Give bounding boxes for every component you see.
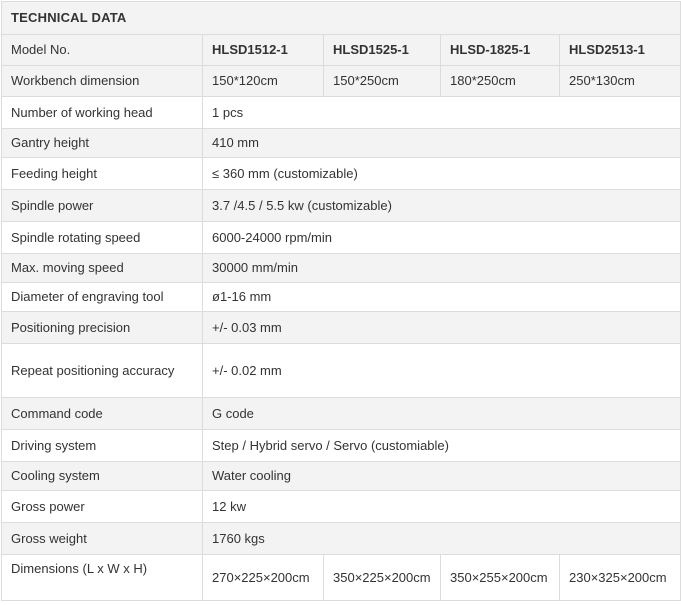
row-value: 180*250cm — [440, 65, 560, 97]
row-label: Cooling system — [1, 461, 203, 491]
row-value: 250*130cm — [558, 65, 681, 97]
table-row: Dimensions (L x W x H) 270×225×200cm 350… — [1, 554, 681, 601]
model-name: HLSD2513-1 — [558, 34, 681, 66]
table-row: Command code G code — [1, 397, 681, 430]
row-value: 6000-24000 rpm/min — [201, 221, 681, 254]
row-label: Dimensions (L x W x H) — [1, 554, 203, 601]
row-label: Repeat positioning accuracy — [1, 343, 203, 398]
row-value: 270×225×200cm — [202, 554, 324, 601]
table-row: Spindle power 3.7 /4.5 / 5.5 kw (customi… — [1, 189, 681, 222]
row-label: Spindle power — [1, 189, 203, 222]
row-value: 350×255×200cm — [440, 554, 560, 601]
table-row: Spindle rotating speed 6000-24000 rpm/mi… — [1, 221, 681, 254]
table-row: Gantry height 410 mm — [1, 128, 681, 158]
row-label: Gross power — [1, 490, 203, 523]
table-row: Feeding height ≤ 360 mm (customizable) — [1, 157, 681, 190]
row-value: 30000 mm/min — [201, 253, 681, 283]
row-value: Water cooling — [201, 461, 681, 491]
row-label: Gantry height — [1, 128, 203, 158]
table-row: Repeat positioning accuracy +/- 0.02 mm — [1, 343, 681, 398]
table-row: Max. moving speed 30000 mm/min — [1, 253, 681, 283]
table-row: Number of working head 1 pcs — [1, 96, 681, 129]
row-value: 230×325×200cm — [558, 554, 681, 601]
row-label: Positioning precision — [1, 311, 203, 344]
row-label: Command code — [1, 397, 203, 430]
row-label: Feeding height — [1, 157, 203, 190]
row-value: 410 mm — [201, 128, 681, 158]
row-value: 12 kw — [201, 490, 681, 523]
row-label: Gross weight — [1, 522, 203, 555]
row-label: Max. moving speed — [1, 253, 203, 283]
table-row: Driving system Step / Hybrid servo / Ser… — [1, 429, 681, 462]
row-value: 1 pcs — [201, 96, 681, 129]
row-value: G code — [201, 397, 681, 430]
row-value: Step / Hybrid servo / Servo (customiable… — [201, 429, 681, 462]
row-value: 1760 kgs — [201, 522, 681, 555]
row-value: 150*250cm — [323, 65, 441, 97]
model-name: HLSD1525-1 — [323, 34, 441, 66]
row-value: ø1-16 mm — [201, 282, 681, 312]
table-title: TECHNICAL DATA — [0, 1, 681, 35]
row-value: ≤ 360 mm (customizable) — [201, 157, 681, 190]
row-value: +/- 0.02 mm — [201, 343, 681, 398]
title-row: TECHNICAL DATA — [0, 1, 681, 35]
row-label: Number of working head — [1, 96, 203, 129]
row-value: +/- 0.03 mm — [201, 311, 681, 344]
table-row: Gross weight 1760 kgs — [1, 522, 681, 555]
table-row: Gross power 12 kw — [1, 490, 681, 523]
model-name: HLSD-1825-1 — [440, 34, 560, 66]
table-row: Positioning precision +/- 0.03 mm — [1, 311, 681, 344]
technical-data-table: TECHNICAL DATA Model No. HLSD1512-1 HLSD… — [0, 1, 681, 601]
table-row: Workbench dimension 150*120cm 150*250cm … — [1, 65, 681, 97]
row-label: Workbench dimension — [1, 65, 203, 97]
table-row: Cooling system Water cooling — [1, 461, 681, 491]
row-label: Spindle rotating speed — [1, 221, 203, 254]
row-label: Diameter of engraving tool — [1, 282, 203, 312]
model-label: Model No. — [1, 34, 203, 66]
model-header-row: Model No. HLSD1512-1 HLSD1525-1 HLSD-182… — [1, 34, 681, 66]
row-value: 3.7 /4.5 / 5.5 kw (customizable) — [201, 189, 681, 222]
row-value: 150*120cm — [202, 65, 324, 97]
model-name: HLSD1512-1 — [202, 34, 324, 66]
table-row: Diameter of engraving tool ø1-16 mm — [1, 282, 681, 312]
row-value: 350×225×200cm — [323, 554, 441, 601]
row-label: Driving system — [1, 429, 203, 462]
